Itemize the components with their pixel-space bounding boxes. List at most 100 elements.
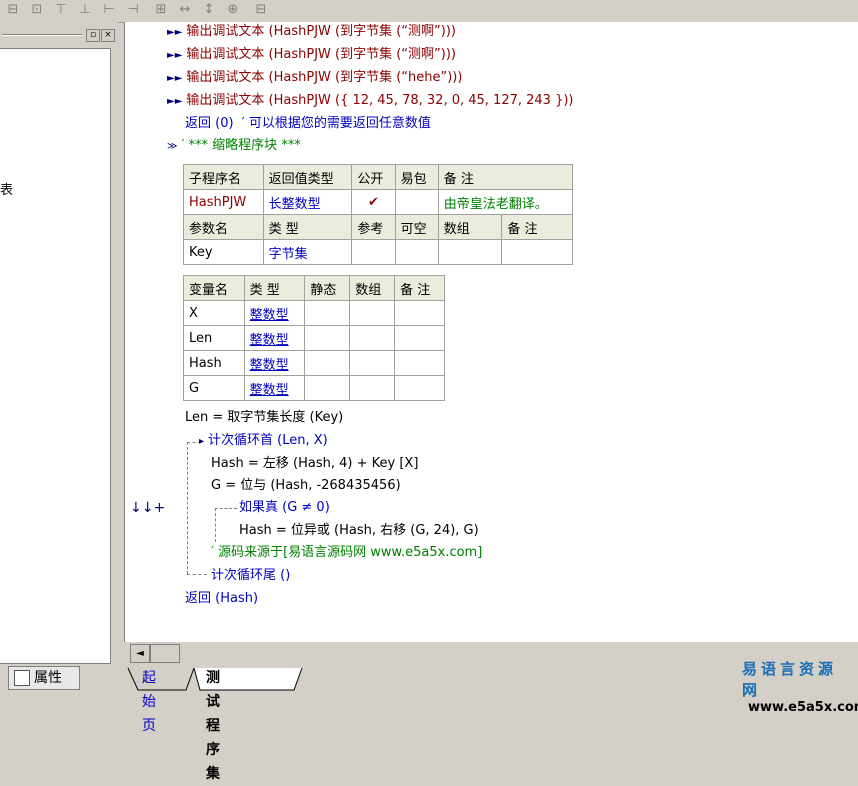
scroll-track[interactable] xyxy=(150,644,180,663)
toolbar: ⊟ ⊡ ⊤ ⊥ ⊢ ⊣ ⊞ ↔ ↕ ⊕ ⊟ xyxy=(0,0,858,23)
table-row[interactable]: X 整数型 xyxy=(183,300,445,326)
code-hash-line[interactable]: Hash = 左移 (Hash, 4) + Key [X] xyxy=(211,456,418,472)
col-header: 子程序名 xyxy=(183,164,264,190)
source-comment-line[interactable]: ′ 源码来源于[易语言源码网 www.e5a5x.com] xyxy=(211,545,482,561)
return-hash-line[interactable]: 返回 (Hash) xyxy=(185,591,258,607)
loop-flow-line xyxy=(187,442,188,574)
var-name-cell[interactable]: G xyxy=(183,375,245,401)
align-top-icon[interactable]: ⊤ xyxy=(50,1,72,19)
var-remark-cell[interactable] xyxy=(394,300,445,326)
panel-body: 表 xyxy=(0,48,111,664)
align-left-icon[interactable]: ⊟ xyxy=(2,1,24,19)
table-row[interactable]: Hash 整数型 xyxy=(183,350,445,376)
grid-icon[interactable]: ⊞ xyxy=(150,1,172,19)
loop-end-line[interactable]: 计次循环尾 () xyxy=(211,568,290,584)
align-center-icon[interactable]: ⊡ xyxy=(26,1,48,19)
code-line-2[interactable]: ►► 输出调试文本 (HashPJW (到字节集 (“测啊”))) xyxy=(167,47,456,64)
col-header: 备 注 xyxy=(394,275,445,301)
same-size-icon[interactable]: ⊕ xyxy=(222,1,244,19)
var-remark-cell[interactable] xyxy=(394,350,445,376)
var-name-cell[interactable]: X xyxy=(183,300,245,326)
distribute-v-icon[interactable]: ⊣ xyxy=(122,1,144,19)
logo-title: 易语言资源网 xyxy=(742,660,838,699)
panel-grip[interactable] xyxy=(2,34,82,36)
var-static-cell[interactable] xyxy=(304,300,351,326)
var-name-cell[interactable]: Len xyxy=(183,325,245,351)
pack-cell[interactable] xyxy=(394,189,439,215)
same-height-icon[interactable]: ↕ xyxy=(198,1,220,19)
if-flow-line xyxy=(215,508,216,542)
sub-name-cell[interactable]: HashPJW xyxy=(183,189,264,215)
var-static-cell[interactable] xyxy=(304,375,351,401)
col-header: 参考 xyxy=(351,214,396,240)
code-line-3[interactable]: ►► 输出调试文本 (HashPJW (到字节集 (“hehe”))) xyxy=(167,70,462,87)
var-type-cell[interactable]: 整数型 xyxy=(243,350,306,376)
code-line-6[interactable]: ≫ ′ *** 缩略程序块 *** xyxy=(167,138,301,155)
left-panel: ▫ × 表 xyxy=(0,22,118,664)
var-static-cell[interactable] xyxy=(304,350,351,376)
same-width-icon[interactable]: ↔ xyxy=(174,1,196,19)
col-header: 返回值类型 xyxy=(262,164,353,190)
remark-cell[interactable]: 由帝皇法老翻译。 xyxy=(437,189,574,215)
loop-start-line[interactable]: ▸ 计次循环首 (Len, X) xyxy=(199,433,328,450)
var-static-cell[interactable] xyxy=(304,325,351,351)
table-row[interactable]: G 整数型 xyxy=(183,375,445,401)
tree-item-partial[interactable]: 表 xyxy=(0,179,13,198)
code-hash-xor-line[interactable]: Hash = 位异或 (Hash, 右移 (G, 24), G) xyxy=(239,523,479,539)
distribute-h-icon[interactable]: ⊢ xyxy=(98,1,120,19)
breakpoint-marker-icon[interactable]: ↓↓+ xyxy=(130,500,165,516)
var-name-cell[interactable]: Hash xyxy=(183,350,245,376)
param-array-cell[interactable] xyxy=(437,239,503,265)
properties-tab[interactable]: 属性 xyxy=(8,666,80,690)
col-header: 变量名 xyxy=(183,275,245,301)
var-remark-cell[interactable] xyxy=(394,375,445,401)
var-remark-cell[interactable] xyxy=(394,325,445,351)
expand-arrow-icon[interactable]: ►► xyxy=(167,50,182,61)
col-header: 备 注 xyxy=(437,164,574,190)
param-remark-cell[interactable] xyxy=(501,239,573,265)
col-header: 数组 xyxy=(349,275,396,301)
var-array-cell[interactable] xyxy=(349,300,396,326)
col-header: 公开 xyxy=(351,164,396,190)
align-bottom-icon[interactable]: ⊥ xyxy=(74,1,96,19)
var-type-cell[interactable]: 整数型 xyxy=(243,325,306,351)
expand-arrow-icon[interactable]: ►► xyxy=(167,27,182,38)
var-type-cell[interactable]: 整数型 xyxy=(243,300,306,326)
param-name-cell[interactable]: Key xyxy=(183,239,264,265)
if-flow-line xyxy=(215,508,237,509)
col-header: 类 型 xyxy=(262,214,353,240)
tab-start-page[interactable]: 起始页 xyxy=(134,666,164,734)
pin-button[interactable]: ▫ xyxy=(86,29,100,42)
close-button[interactable]: × xyxy=(101,29,115,42)
param-nullable-cell[interactable] xyxy=(394,239,439,265)
col-header: 易包 xyxy=(394,164,439,190)
collapse-arrow-icon[interactable]: ≫ xyxy=(167,141,177,152)
code-editor[interactable]: ►► 输出调试文本 (HashPJW (到字节集 (“测啊”))) ►► 输出调试文… xyxy=(124,22,858,642)
variable-table: 变量名 类 型 静态 数组 备 注 X 整数型 Len 整数型 Hash 整数型 xyxy=(183,275,445,401)
code-line-5[interactable]: 返回 (0) ′ 可以根据您的需要返回任意数值 xyxy=(185,116,431,132)
var-array-cell[interactable] xyxy=(349,325,396,351)
var-type-cell[interactable]: 整数型 xyxy=(243,375,306,401)
col-header: 参数名 xyxy=(183,214,264,240)
return-type-cell[interactable]: 长整数型 xyxy=(262,189,353,215)
if-line[interactable]: 如果真 (G ≠ 0) xyxy=(239,500,330,516)
tab-test-program-set[interactable]: 测试程序集 xyxy=(198,666,228,782)
code-g-line[interactable]: G = 位与 (Hash, -268435456) xyxy=(211,478,401,494)
code-line-4[interactable]: ►► 输出调试文本 (HashPJW ({ 12, 45, 78, 32, 0, … xyxy=(167,93,574,110)
param-ref-cell[interactable] xyxy=(351,239,396,265)
scroll-left-button[interactable]: ◄ xyxy=(130,644,150,663)
var-array-cell[interactable] xyxy=(349,350,396,376)
expand-arrow-icon[interactable]: ►► xyxy=(167,96,182,107)
var-array-cell[interactable] xyxy=(349,375,396,401)
expand-arrow-icon[interactable]: ►► xyxy=(167,73,182,84)
loop-flow-line xyxy=(187,574,207,575)
code-line-1[interactable]: ►► 输出调试文本 (HashPJW (到字节集 (“测啊”))) xyxy=(167,24,456,41)
col-header: 类 型 xyxy=(243,275,306,301)
loop-arrow-icon: ▸ xyxy=(199,436,205,447)
param-type-cell[interactable]: 字节集 xyxy=(262,239,353,265)
code-len-line[interactable]: Len = 取字节集长度 (Key) xyxy=(185,410,343,426)
public-check-icon[interactable]: ✔ xyxy=(351,189,396,215)
h-center-icon[interactable]: ⊟ xyxy=(250,1,272,19)
table-row[interactable]: Len 整数型 xyxy=(183,325,445,351)
panel-title-bar: ▫ × xyxy=(0,26,116,42)
